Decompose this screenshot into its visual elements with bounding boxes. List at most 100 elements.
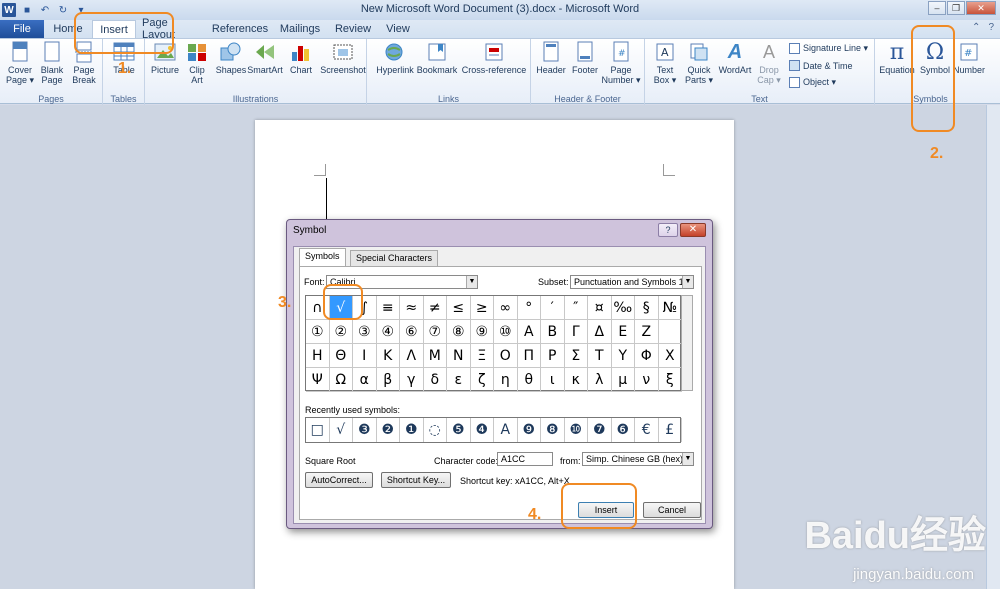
dialog-close-button[interactable]: ✕: [680, 223, 706, 237]
word-app-icon[interactable]: W: [2, 3, 16, 17]
minimize-button[interactable]: –: [928, 1, 946, 15]
footer-button[interactable]: Footer: [567, 41, 603, 75]
symbol-cell[interactable]: δ: [423, 368, 447, 392]
symbol-cell[interactable]: Κ: [376, 344, 400, 368]
character-code-input[interactable]: A1CC: [497, 452, 553, 466]
minimize-ribbon-icon[interactable]: ⌃: [972, 22, 980, 33]
symbol-cell[interactable]: ‰: [611, 296, 635, 320]
symbol-cell[interactable]: Τ: [588, 344, 612, 368]
page-number-button[interactable]: # Page Number ▾: [601, 41, 641, 85]
recent-symbol-cell[interactable]: ❾: [518, 418, 541, 442]
symbol-cell[interactable]: η: [494, 368, 518, 392]
symbol-cell[interactable]: Γ: [564, 320, 588, 344]
recent-symbol-cell[interactable]: □: [306, 418, 330, 442]
hyperlink-button[interactable]: Hyperlink: [375, 41, 415, 75]
tab-references[interactable]: References: [212, 20, 268, 38]
recent-symbol-cell[interactable]: ❼: [588, 418, 612, 442]
symbol-cell[interactable]: θ: [517, 368, 541, 392]
symbol-cell[interactable]: ⑥: [400, 320, 424, 344]
recent-symbol-cell[interactable]: ❹: [471, 418, 494, 442]
symbol-cell[interactable]: §: [635, 296, 659, 320]
symbol-cell[interactable]: Φ: [635, 344, 659, 368]
cancel-button[interactable]: Cancel: [643, 502, 701, 518]
symbol-cell[interactable]: ③: [353, 320, 377, 344]
symbol-cell[interactable]: Ν: [447, 344, 471, 368]
symbol-cell[interactable]: ≤: [447, 296, 471, 320]
symbol-cell[interactable]: Ε: [611, 320, 635, 344]
from-select[interactable]: Simp. Chinese GB (hex) ▼: [582, 452, 694, 466]
drop-cap-button[interactable]: A Drop Cap ▾: [751, 41, 787, 86]
tab-symbols[interactable]: Symbols: [299, 248, 346, 266]
shortcut-key-button[interactable]: Shortcut Key...: [381, 472, 451, 488]
symbol-cell[interactable]: ④: [376, 320, 400, 344]
symbol-cell[interactable]: ε: [447, 368, 471, 392]
symbol-cell[interactable]: ν: [635, 368, 659, 392]
recent-symbol-cell[interactable]: ❶: [400, 418, 424, 442]
smartart-button[interactable]: SmartArt: [247, 41, 283, 75]
redo-icon[interactable]: ↻: [56, 3, 70, 17]
symbol-cell[interactable]: ⑧: [447, 320, 471, 344]
clip-art-button[interactable]: Clip Art: [179, 41, 215, 85]
symbol-cell[interactable]: Μ: [423, 344, 447, 368]
symbol-cell[interactable]: ⑩: [494, 320, 518, 344]
symbol-cell[interactable]: Χ: [658, 344, 682, 368]
symbol-cell[interactable]: ¤: [588, 296, 612, 320]
symbol-cell[interactable]: ι: [541, 368, 565, 392]
header-button[interactable]: Header: [533, 41, 569, 75]
autocorrect-button[interactable]: AutoCorrect...: [305, 472, 373, 488]
symbol-cell[interactable]: ∞: [494, 296, 518, 320]
symbol-cell[interactable]: ≥: [470, 296, 494, 320]
close-window-button[interactable]: ✕: [966, 1, 996, 15]
vertical-scrollbar[interactable]: [986, 105, 1000, 589]
symbol-cell[interactable]: ζ: [470, 368, 494, 392]
save-icon[interactable]: ■: [20, 3, 34, 17]
symbol-cell[interactable]: Λ: [400, 344, 424, 368]
symbol-cell[interactable]: μ: [611, 368, 635, 392]
symbol-cell[interactable]: Θ: [329, 344, 353, 368]
tab-view[interactable]: View: [384, 20, 412, 38]
tab-special-characters[interactable]: Special Characters: [350, 250, 439, 266]
symbol-cell[interactable]: Ρ: [541, 344, 565, 368]
symbol-cell[interactable]: Ζ: [635, 320, 659, 344]
tab-file[interactable]: File: [0, 20, 44, 38]
symbol-cell[interactable]: γ: [400, 368, 424, 392]
symbol-cell[interactable]: ②: [329, 320, 353, 344]
symbol-cell[interactable]: Π: [517, 344, 541, 368]
cover-page-button[interactable]: Cover Page ▾: [2, 41, 38, 85]
symbol-cell[interactable]: Ι: [353, 344, 377, 368]
symbol-cell[interactable]: Η: [306, 344, 330, 368]
symbol-cell[interactable]: ①: [306, 320, 330, 344]
symbol-cell[interactable]: Ο: [494, 344, 518, 368]
recent-symbol-cell[interactable]: Α: [494, 418, 518, 442]
symbol-cell[interactable]: Υ: [611, 344, 635, 368]
symbol-cell[interactable]: [658, 320, 682, 344]
blank-page-button[interactable]: Blank Page: [34, 41, 70, 85]
restore-button[interactable]: ❐: [947, 1, 965, 15]
date-time-button[interactable]: Date & Time: [789, 60, 853, 71]
symbol-cell[interactable]: Α: [517, 320, 541, 344]
wordart-button[interactable]: A WordArt: [715, 41, 755, 76]
quick-parts-button[interactable]: Quick Parts ▾: [681, 41, 717, 85]
symbol-cell[interactable]: ξ: [658, 368, 682, 392]
shapes-button[interactable]: Shapes: [213, 41, 249, 75]
symbol-cell[interactable]: °: [517, 296, 541, 320]
symbol-cell[interactable]: ≡: [376, 296, 400, 320]
symbol-cell[interactable]: ⑨: [470, 320, 494, 344]
recent-symbol-cell[interactable]: €: [635, 418, 659, 442]
recent-symbol-cell[interactable]: ❸: [353, 418, 377, 442]
symbol-grid-scrollbar[interactable]: [681, 295, 693, 391]
symbol-cell[interactable]: α: [353, 368, 377, 392]
recent-symbol-cell[interactable]: ❻: [612, 418, 635, 442]
symbol-cell[interactable]: Ψ: [306, 368, 330, 392]
number-button[interactable]: # Number: [951, 41, 987, 75]
object-button[interactable]: Object ▾: [789, 77, 836, 88]
symbol-cell[interactable]: Δ: [588, 320, 612, 344]
symbol-cell[interactable]: Σ: [564, 344, 588, 368]
help-icon[interactable]: ?: [988, 22, 994, 33]
symbol-cell[interactable]: №: [658, 296, 682, 320]
text-box-button[interactable]: A Text Box ▾: [647, 41, 683, 85]
recent-symbol-cell[interactable]: ❿: [565, 418, 588, 442]
recent-symbol-cell[interactable]: √: [330, 418, 353, 442]
tab-mailings[interactable]: Mailings: [278, 20, 322, 38]
dialog-help-button[interactable]: ?: [658, 223, 678, 237]
